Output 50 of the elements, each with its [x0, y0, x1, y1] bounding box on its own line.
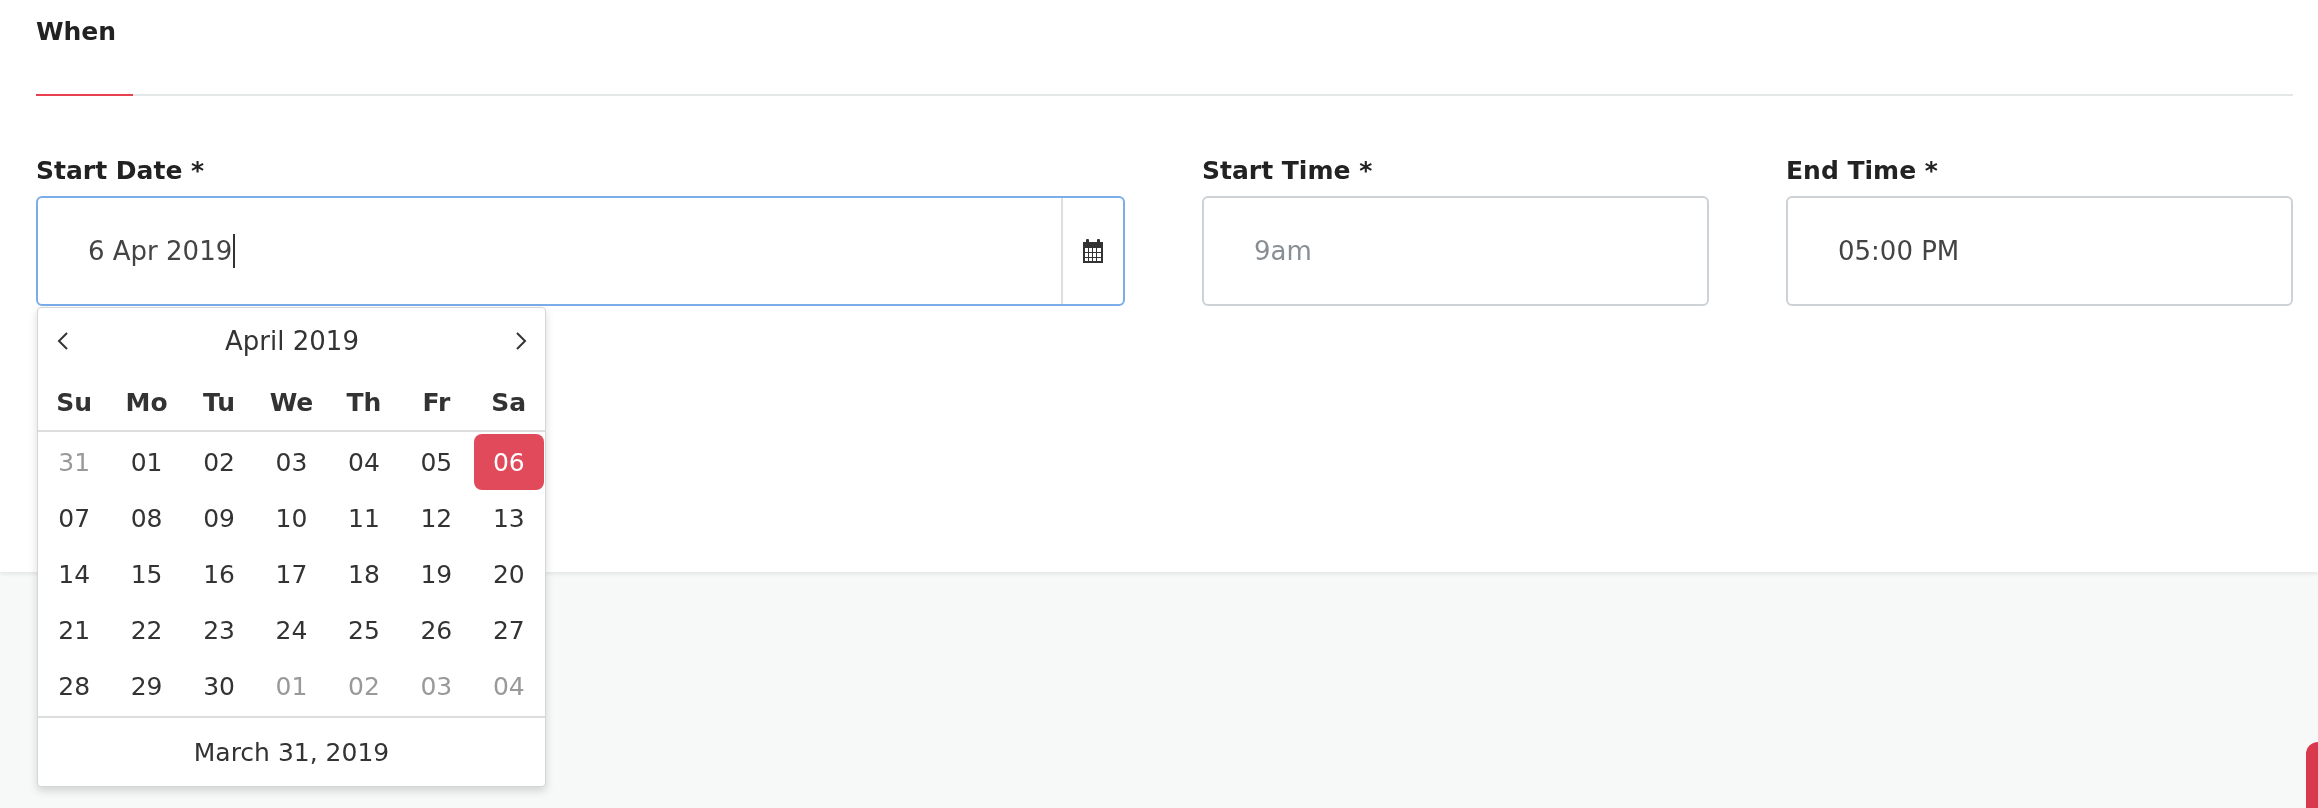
- day-cell[interactable]: 29: [111, 658, 182, 714]
- weekday-label: Th: [345, 387, 383, 417]
- weekday-label: Tu: [202, 387, 237, 417]
- weekday-label: Sa: [490, 387, 528, 417]
- day-cell[interactable]: 30: [183, 658, 255, 714]
- day-cell[interactable]: 03: [256, 434, 327, 490]
- day-cell[interactable]: 07: [39, 490, 110, 546]
- day-cell[interactable]: 06: [473, 434, 544, 490]
- day-cell[interactable]: 16: [183, 546, 255, 602]
- day-cell[interactable]: 14: [39, 546, 110, 602]
- field-label: Start Date *: [36, 155, 205, 187]
- day-cell[interactable]: 24: [256, 602, 327, 658]
- time-field[interactable]: 9am: [1202, 196, 1709, 306]
- day-cell[interactable]: 12: [401, 490, 472, 546]
- day-cell[interactable]: 08: [111, 490, 182, 546]
- day-cell[interactable]: 20: [473, 546, 544, 602]
- month-title[interactable]: April 2019: [225, 326, 359, 356]
- weekday-label: Mo: [124, 387, 169, 417]
- day-cell[interactable]: 17: [256, 546, 327, 602]
- day-cell[interactable]: 23: [183, 602, 255, 658]
- day-cell[interactable]: 04: [328, 434, 400, 490]
- day-cell[interactable]: 27: [473, 602, 544, 658]
- day-cell[interactable]: 19: [401, 546, 472, 602]
- chevron-left-icon[interactable]: [57, 332, 69, 350]
- day-cell[interactable]: 10: [256, 490, 327, 546]
- day-cell[interactable]: 13: [473, 490, 544, 546]
- time-field[interactable]: 05:00 PM: [1786, 196, 2293, 306]
- day-cell[interactable]: 26: [401, 602, 472, 658]
- section-title: When: [36, 16, 117, 46]
- day-cell[interactable]: 18: [328, 546, 400, 602]
- day-cell[interactable]: 09: [183, 490, 255, 546]
- field-label: End Time *: [1786, 155, 1938, 187]
- today-link[interactable]: March 31, 2019: [193, 737, 390, 767]
- day-cell[interactable]: 05: [401, 434, 472, 490]
- day-cell[interactable]: 11: [328, 490, 400, 546]
- day-cell[interactable]: 22: [111, 602, 182, 658]
- day-cell[interactable]: 21: [39, 602, 110, 658]
- date-field[interactable]: 6 Apr 2019: [36, 196, 1125, 306]
- day-cell[interactable]: 15: [111, 546, 182, 602]
- weekday-label: Fr: [421, 387, 452, 417]
- day-cell[interactable]: 28: [39, 658, 110, 714]
- weekday-label: Su: [55, 387, 94, 417]
- chevron-right-icon[interactable]: [515, 332, 527, 350]
- weekday-label: We: [268, 387, 315, 417]
- day-cell[interactable]: 01: [111, 434, 182, 490]
- day-cell[interactable]: 25: [328, 602, 400, 658]
- day-cell[interactable]: 02: [183, 434, 255, 490]
- calendar-icon[interactable]: [1082, 239, 1104, 263]
- date-value: 6 Apr 2019: [88, 236, 233, 266]
- field-label: Start Time *: [1202, 155, 1373, 187]
